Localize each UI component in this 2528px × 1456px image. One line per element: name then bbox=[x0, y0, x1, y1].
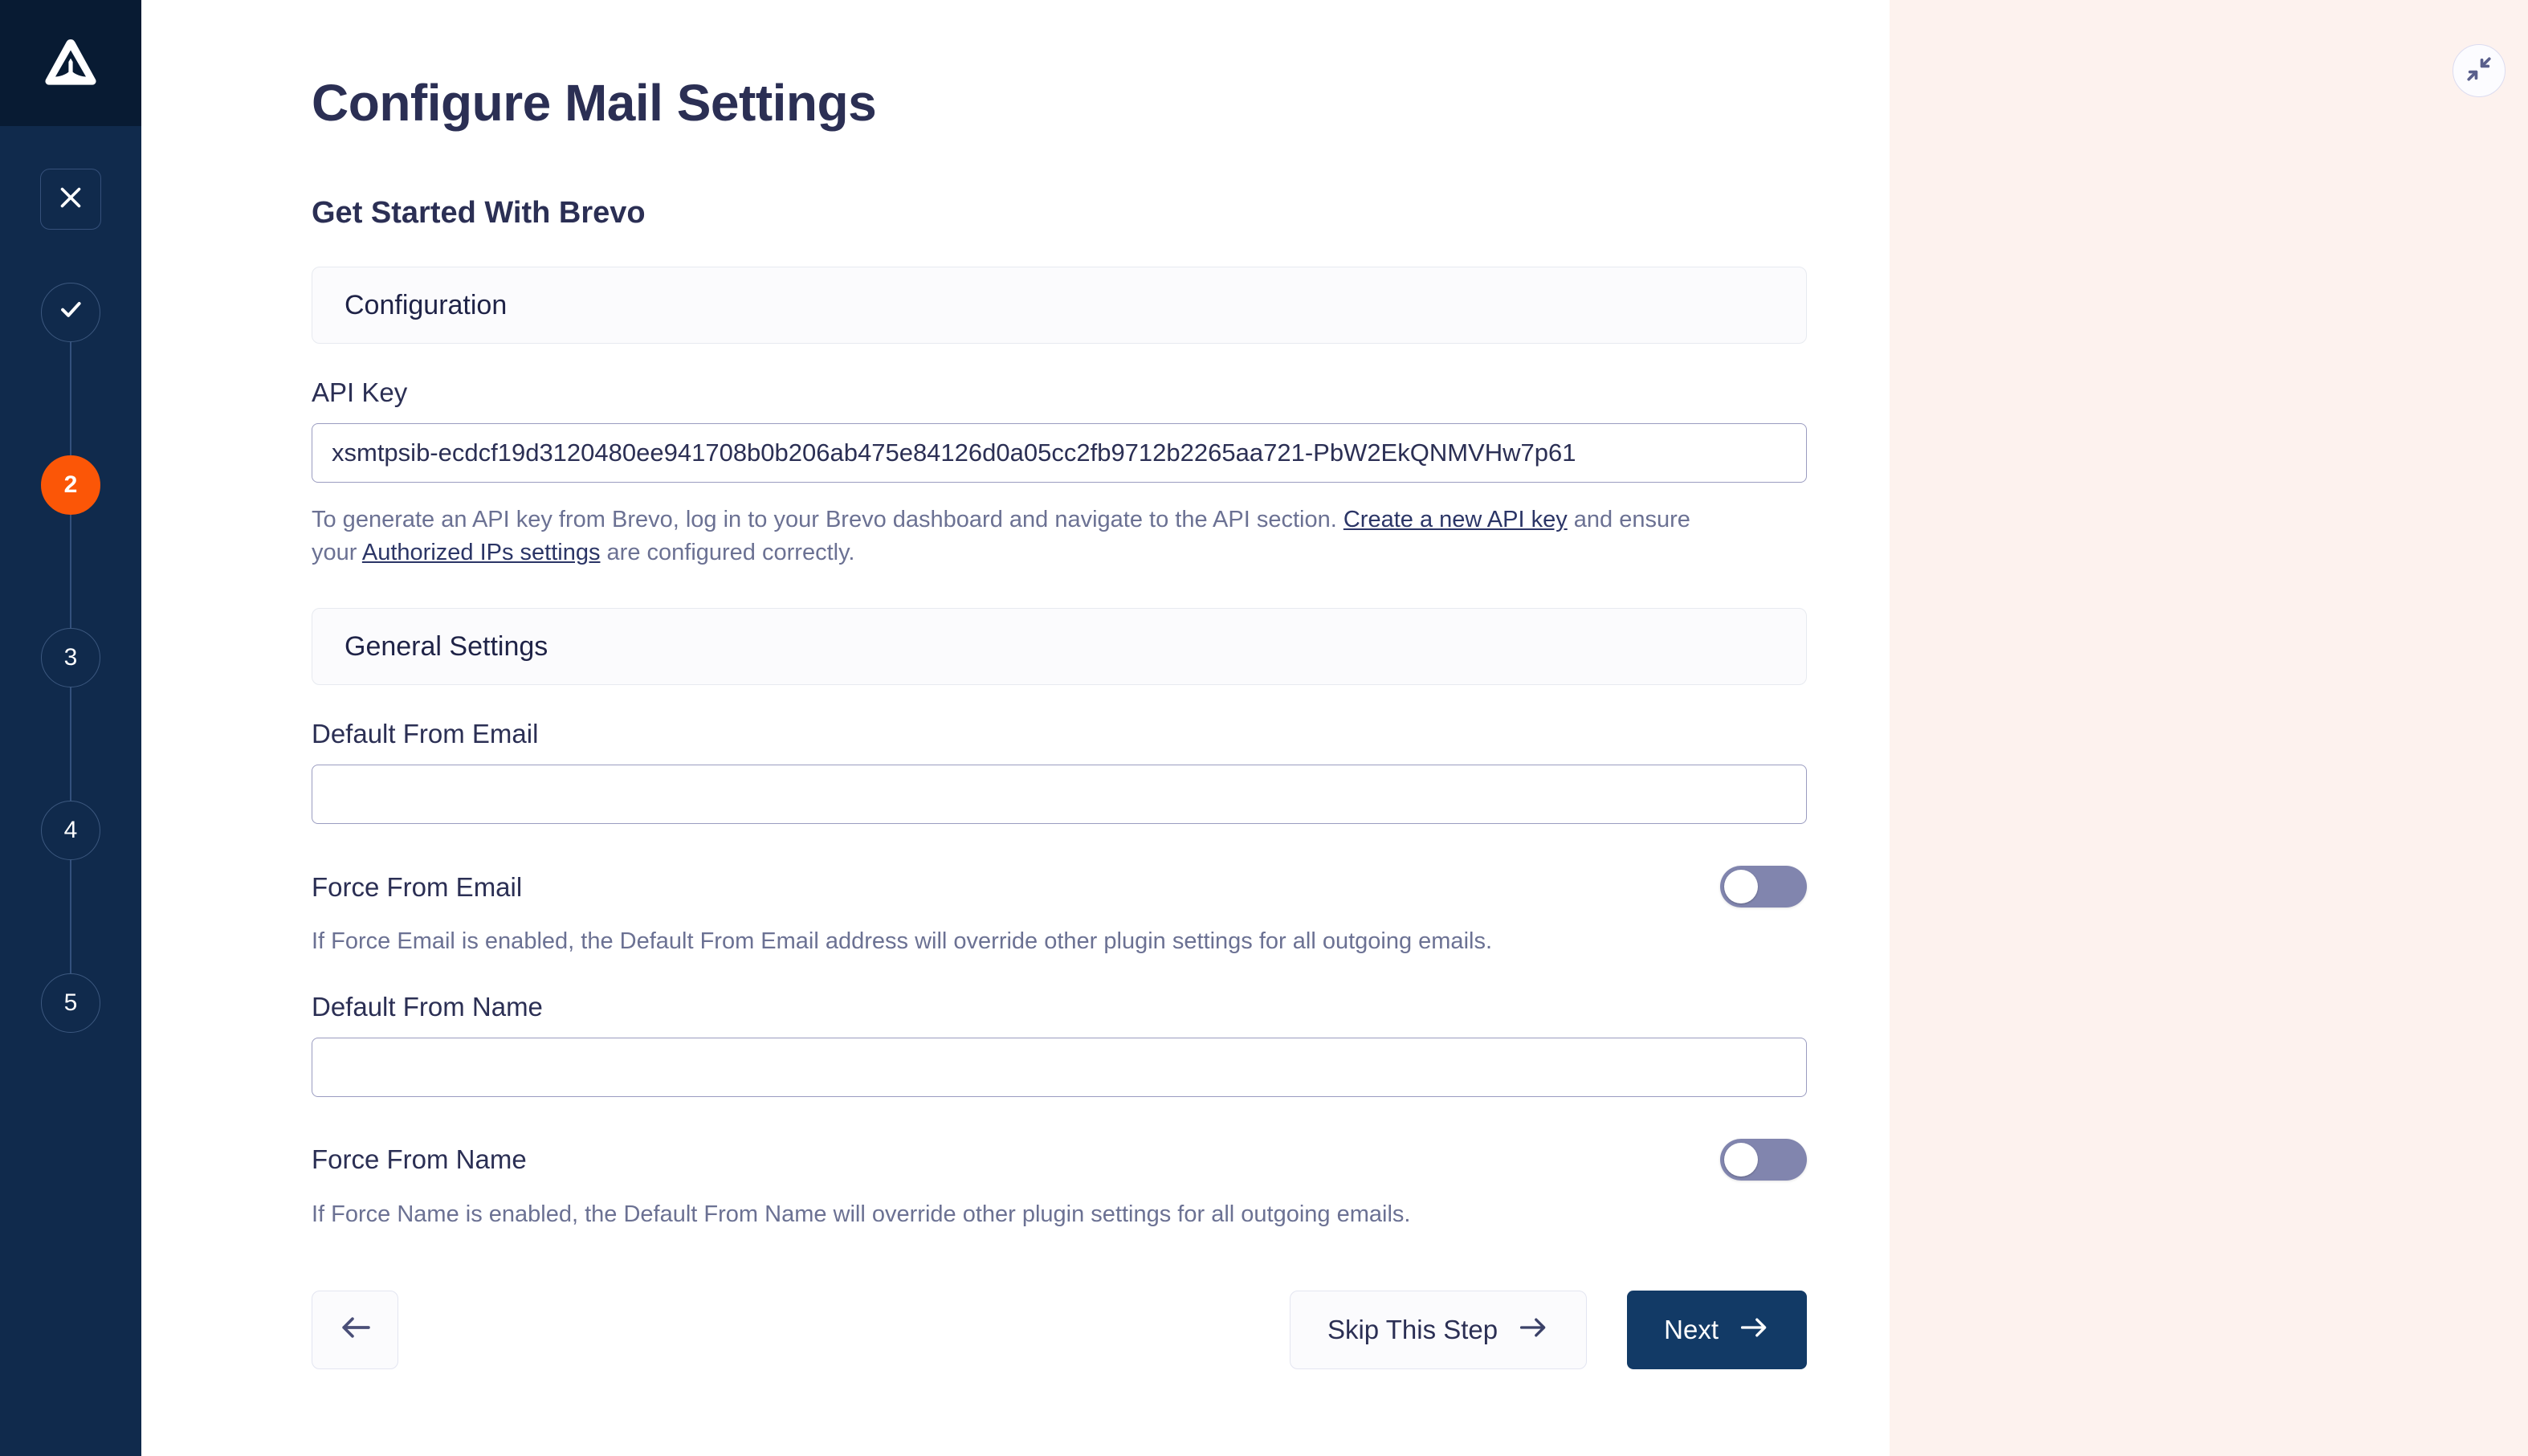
toggle-knob bbox=[1724, 1142, 1758, 1177]
api-key-helper-prefix: To generate an API key from Brevo, log i… bbox=[312, 507, 1344, 532]
close-icon bbox=[56, 183, 85, 216]
step-connector-3-4 bbox=[70, 687, 71, 801]
general-settings-section-header: General Settings bbox=[312, 608, 1807, 686]
force-from-email-toggle[interactable] bbox=[1720, 866, 1807, 908]
collapse-arrows-icon bbox=[2465, 55, 2493, 87]
brand-logo-icon bbox=[43, 38, 98, 89]
force-from-name-description: If Force Name is enabled, the Default Fr… bbox=[312, 1201, 1411, 1227]
skip-this-step-button[interactable]: Skip This Step bbox=[1289, 1290, 1588, 1369]
page-title: Configure Mail Settings bbox=[312, 74, 877, 132]
default-from-name-label: Default From Name bbox=[312, 991, 543, 1022]
step-connector-4-5 bbox=[70, 860, 71, 973]
next-button[interactable]: Next bbox=[1627, 1290, 1807, 1369]
sidebar-step-4-label: 4 bbox=[63, 817, 78, 843]
right-backdrop bbox=[1890, 0, 2528, 1456]
sidebar-step-4[interactable]: 4 bbox=[41, 801, 100, 860]
sidebar-step-2[interactable]: 2 bbox=[41, 455, 100, 515]
force-from-email-row: Force From Email bbox=[312, 866, 1807, 908]
default-from-email-input[interactable] bbox=[312, 765, 1807, 825]
footer-right-actions: Skip This Step Next bbox=[1289, 1290, 1807, 1369]
arrow-right-icon bbox=[1739, 1315, 1770, 1345]
sidebar-step-5[interactable]: 5 bbox=[41, 973, 100, 1033]
sidebar-step-3[interactable]: 3 bbox=[41, 628, 100, 687]
wizard-footer: Skip This Step Next bbox=[312, 1290, 1807, 1369]
skip-this-step-label: Skip This Step bbox=[1327, 1314, 1498, 1344]
configuration-section-header: Configuration bbox=[312, 267, 1807, 344]
arrow-left-icon bbox=[339, 1315, 371, 1344]
force-from-name-row: Force From Name bbox=[312, 1138, 1807, 1181]
arrow-right-icon bbox=[1519, 1315, 1549, 1345]
main-content-panel: Configure Mail Settings Get Started With… bbox=[141, 0, 1890, 1456]
api-key-helper-text: To generate an API key from Brevo, log i… bbox=[312, 504, 1697, 569]
sidebar-step-3-label: 3 bbox=[63, 644, 78, 671]
check-icon bbox=[57, 296, 84, 329]
section-title: Get Started With Brevo bbox=[312, 196, 646, 230]
force-from-name-toggle[interactable] bbox=[1720, 1138, 1807, 1181]
general-settings-section-label: General Settings bbox=[345, 630, 548, 662]
api-key-label: API Key bbox=[312, 377, 408, 407]
content-inner: Configure Mail Settings Get Started With… bbox=[312, 77, 1807, 1369]
force-from-name-label: Force From Name bbox=[312, 1144, 527, 1175]
sidebar-step-5-label: 5 bbox=[63, 989, 78, 1016]
step-connector-1-2 bbox=[70, 342, 71, 455]
step-connector-2-3 bbox=[70, 515, 71, 628]
next-label: Next bbox=[1664, 1314, 1719, 1344]
configuration-section-label: Configuration bbox=[345, 289, 508, 320]
force-from-email-label: Force From Email bbox=[312, 871, 523, 902]
app-root: 2 3 4 5 Configure Mail Settings Get Star… bbox=[0, 0, 2528, 1456]
default-from-email-label: Default From Email bbox=[312, 719, 539, 749]
sidebar: 2 3 4 5 bbox=[0, 0, 141, 1456]
api-key-helper-suffix: are configured correctly. bbox=[600, 540, 855, 566]
sidebar-step-1[interactable] bbox=[41, 283, 100, 342]
step-indicator-list: 2 3 4 5 bbox=[41, 283, 100, 1033]
sidebar-logo-block bbox=[0, 0, 141, 126]
authorized-ips-settings-link[interactable]: Authorized IPs settings bbox=[362, 540, 601, 565]
toggle-knob bbox=[1724, 870, 1758, 904]
default-from-name-input[interactable] bbox=[312, 1037, 1807, 1097]
collapse-button[interactable] bbox=[2453, 44, 2506, 97]
sidebar-step-2-label: 2 bbox=[63, 471, 78, 498]
api-key-input[interactable] bbox=[312, 423, 1807, 483]
close-button[interactable] bbox=[40, 169, 101, 230]
back-button[interactable] bbox=[312, 1290, 398, 1369]
create-new-api-key-link[interactable]: Create a new API key bbox=[1344, 507, 1568, 532]
force-from-email-description: If Force Email is enabled, the Default F… bbox=[312, 928, 1493, 955]
